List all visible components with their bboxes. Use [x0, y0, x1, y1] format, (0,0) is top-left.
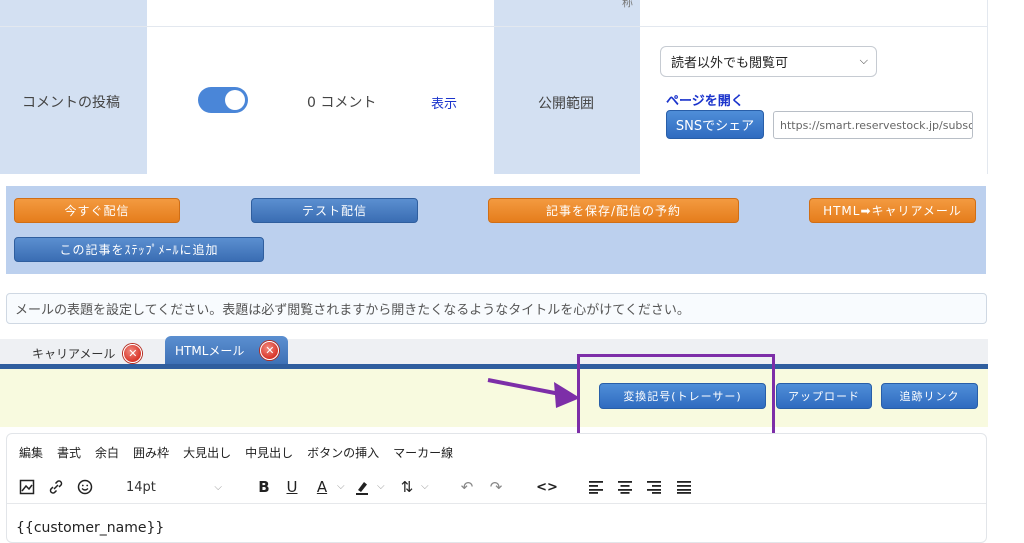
- chevron-down-icon[interactable]: ⌵: [337, 481, 345, 492]
- align-center-icon[interactable]: [616, 478, 634, 496]
- comment-count: 0 コメント: [307, 95, 377, 111]
- tab-html-mail[interactable]: HTMLメール ✕: [165, 336, 288, 364]
- align-justify-icon[interactable]: [675, 478, 693, 496]
- sns-share-button[interactable]: SNSでシェア: [666, 110, 764, 139]
- tab-carrier-mail[interactable]: キャリアメール ✕: [32, 342, 143, 364]
- menu-heading-large[interactable]: 大見出し: [183, 444, 231, 461]
- menu-spacing[interactable]: 余白: [95, 444, 119, 461]
- cut-off-label: 称: [622, 0, 633, 9]
- redo-icon[interactable]: ↷: [487, 478, 505, 496]
- settings-label-cell-top: [0, 0, 147, 26]
- menu-marker-line[interactable]: マーカー線: [393, 444, 453, 461]
- font-size-value: 14pt: [126, 479, 156, 495]
- link-icon[interactable]: [47, 478, 65, 496]
- visibility-label: 公開範囲: [538, 96, 594, 112]
- subject-hint-field[interactable]: メールの表題を設定してください。表題は必ず閲覧されますから開きたくなるようなタイ…: [6, 293, 987, 324]
- undo-icon[interactable]: ↶: [458, 478, 476, 496]
- menu-heading-medium[interactable]: 中見出し: [245, 444, 293, 461]
- menu-frame[interactable]: 囲み枠: [133, 444, 169, 461]
- html-to-carrier-button[interactable]: HTML➡キャリアメール: [809, 198, 976, 223]
- visibility-select[interactable]: 読者以外でも閲覧可 ⌵: [660, 46, 877, 77]
- show-comments-link[interactable]: 表示: [431, 93, 457, 112]
- underline-icon[interactable]: U: [284, 478, 300, 496]
- menu-format[interactable]: 書式: [57, 444, 81, 461]
- tracking-link-button[interactable]: 追跡リンク: [881, 383, 978, 409]
- tab-label: HTMLメール: [175, 343, 245, 358]
- align-left-icon[interactable]: [587, 478, 605, 496]
- upload-button[interactable]: アップロード: [776, 383, 872, 409]
- send-now-button[interactable]: 今すぐ配信: [14, 198, 180, 223]
- menu-edit[interactable]: 編集: [19, 444, 43, 461]
- add-to-step-mail-button[interactable]: この記事をｽﾃｯﾌﾟﾒｰﾙに追加: [14, 237, 264, 262]
- toggle-knob: [225, 90, 245, 110]
- annotation-highlight-box: [577, 354, 775, 436]
- test-send-button[interactable]: テスト配信: [251, 198, 418, 223]
- align-right-icon[interactable]: [645, 478, 663, 496]
- share-url-field[interactable]: https://smart.reservestock.jp/subsc: [773, 111, 973, 139]
- highlight-icon[interactable]: [353, 478, 371, 496]
- line-height-icon[interactable]: ⇅: [398, 478, 416, 496]
- menu-insert-button[interactable]: ボタンの挿入: [307, 444, 379, 461]
- settings-label-cell-top-right: [494, 0, 640, 26]
- close-icon[interactable]: ✕: [260, 340, 280, 360]
- comment-label: コメントの投稿: [22, 95, 120, 111]
- editor-menubar: 編集 書式 余白 囲み枠 大見出し 中見出し ボタンの挿入 マーカー線: [19, 444, 453, 461]
- chevron-down-icon: ⌵: [214, 481, 222, 493]
- tab-label: キャリアメール: [32, 346, 116, 361]
- close-icon[interactable]: ✕: [123, 343, 143, 363]
- annotation-arrow-icon: [487, 378, 580, 408]
- emoji-icon[interactable]: [76, 478, 94, 496]
- chevron-down-icon[interactable]: ⌵: [377, 481, 385, 492]
- font-color-icon[interactable]: A: [313, 478, 331, 496]
- editor-tab-strip: [0, 339, 988, 369]
- chevron-down-icon: ⌵: [859, 54, 868, 67]
- save-schedule-button[interactable]: 記事を保存/配信の予約: [488, 198, 739, 223]
- source-code-icon[interactable]: <>: [536, 478, 558, 496]
- font-size-select[interactable]: 14pt ⌵: [118, 477, 228, 497]
- bold-icon[interactable]: B: [256, 478, 272, 496]
- editor-content[interactable]: {{customer_name}}: [16, 520, 164, 536]
- image-icon[interactable]: [18, 478, 36, 496]
- chevron-down-icon[interactable]: ⌵: [421, 481, 429, 492]
- visibility-select-value: 読者以外でも閲覧可: [671, 56, 789, 71]
- open-page-link[interactable]: ページを開く: [666, 90, 744, 109]
- comment-toggle[interactable]: [198, 87, 248, 113]
